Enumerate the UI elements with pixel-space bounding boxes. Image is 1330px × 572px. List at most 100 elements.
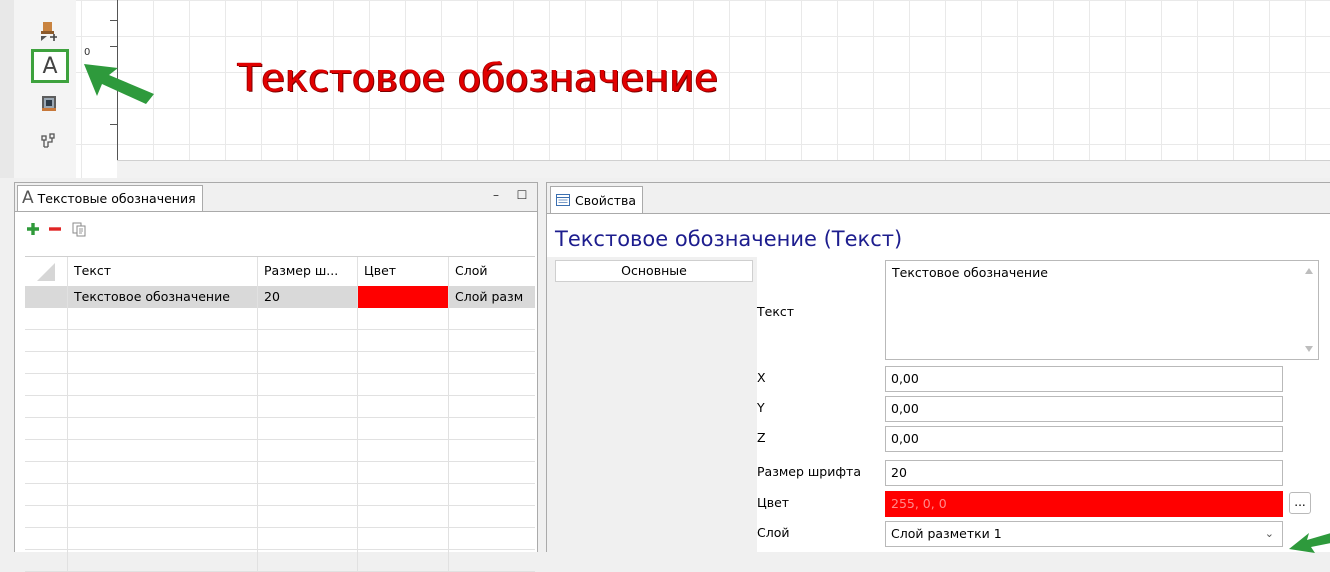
empty-cell (258, 396, 358, 418)
empty-cell (449, 396, 535, 418)
font-size-field[interactable]: 20 (885, 460, 1283, 486)
network-tool-icon[interactable] (34, 126, 64, 156)
panel-tabbar: A Текстовые обозначения – ☐ (15, 183, 537, 212)
empty-cell (25, 308, 68, 330)
empty-cell (68, 462, 258, 484)
empty-cell (258, 462, 358, 484)
table-row-empty (25, 440, 535, 462)
properties-title: Текстовое обозначение (Текст) (555, 227, 903, 251)
cell-color-swatch[interactable] (358, 286, 449, 308)
tab-label: Свойства (575, 192, 637, 208)
table-header: Текст Размер ш... Цвет Слой (25, 257, 535, 286)
empty-cell (68, 484, 258, 506)
table-row-empty (25, 528, 535, 550)
tab-label: Текстовые обозначения (37, 191, 196, 206)
table-row[interactable]: Текстовое обозначение 20 Слой разм (25, 286, 535, 308)
table-row-empty (25, 330, 535, 352)
canvas-toolstrip: A (14, 0, 76, 178)
scroll-down-icon[interactable] (1305, 346, 1313, 352)
layer-value: Слой разметки 1 (891, 526, 1002, 541)
empty-cell (25, 462, 68, 484)
empty-cell (68, 528, 258, 550)
color-picker-button[interactable]: ... (1289, 492, 1311, 514)
empty-cell (258, 506, 358, 528)
tab-properties[interactable]: Свойства (550, 186, 644, 213)
add-icon[interactable] (25, 221, 41, 237)
empty-cell (25, 440, 68, 462)
ruler-tick (110, 46, 117, 47)
z-label: Z (757, 430, 766, 445)
empty-cell (25, 506, 68, 528)
empty-cell (68, 308, 258, 330)
column-header-color[interactable]: Цвет (358, 257, 449, 286)
empty-cell (358, 440, 449, 462)
color-field[interactable]: 255, 0, 0 (885, 491, 1283, 517)
column-header-text[interactable]: Текст (68, 257, 258, 286)
x-field[interactable]: 0,00 (885, 366, 1283, 392)
text-value: Текстовое обозначение (892, 265, 1048, 280)
font-size-label: Размер шрифта (757, 464, 861, 479)
cell-size[interactable]: 20 (258, 286, 358, 308)
cell-text[interactable]: Текстовое обозначение (68, 286, 258, 308)
empty-cell (358, 308, 449, 330)
empty-cell (358, 418, 449, 440)
text-annotations-panel: A Текстовые обозначения – ☐ Текст Размер… (14, 182, 538, 572)
copy-icon[interactable] (71, 221, 87, 237)
table-row-empty (25, 374, 535, 396)
text-tool-button[interactable]: A (31, 49, 69, 83)
text-label: Текст (757, 304, 795, 319)
empty-cell (258, 308, 358, 330)
empty-cell (358, 550, 449, 572)
empty-cell (25, 418, 68, 440)
empty-cell (25, 374, 68, 396)
corner-cell[interactable] (25, 257, 68, 286)
empty-cell (25, 352, 68, 374)
cell-layer[interactable]: Слой разм (449, 286, 535, 308)
empty-cell (68, 440, 258, 462)
table-row-empty (25, 396, 535, 418)
empty-cell (68, 418, 258, 440)
column-header-size[interactable]: Размер ш... (258, 257, 358, 286)
tab-text-annotations[interactable]: A Текстовые обозначения (17, 185, 203, 211)
minimize-icon[interactable]: – (489, 188, 503, 202)
z-field[interactable]: 0,00 (885, 426, 1283, 452)
layer-dropdown[interactable]: Слой разметки 1 ⌄ (885, 521, 1283, 547)
text-annotation-icon: A (22, 188, 34, 208)
textarea-scrollbar[interactable] (1300, 261, 1318, 359)
scroll-up-icon[interactable] (1305, 268, 1313, 274)
canvas-left-border (0, 0, 15, 178)
ruler-zero-label: 0 (84, 47, 91, 58)
empty-cell (25, 550, 68, 572)
basic-section-button[interactable]: Основные (555, 260, 753, 282)
layout-canvas[interactable]: A 0 Текстовое обозначение (0, 0, 1330, 178)
empty-cell (68, 396, 258, 418)
empty-cell (358, 506, 449, 528)
remove-icon[interactable] (47, 221, 63, 237)
maximize-icon[interactable]: ☐ (515, 188, 529, 202)
equipment-tool-icon[interactable] (34, 88, 64, 118)
row-header[interactable] (25, 286, 68, 308)
empty-cell (25, 330, 68, 352)
canvas-text-annotation[interactable]: Текстовое обозначение (238, 56, 718, 100)
properties-icon (556, 194, 570, 206)
y-field[interactable]: 0,00 (885, 396, 1283, 422)
empty-cell (258, 484, 358, 506)
empty-cell (68, 550, 258, 572)
empty-cell (68, 330, 258, 352)
column-header-layer[interactable]: Слой (449, 257, 535, 286)
ruler-tick (110, 124, 117, 125)
empty-cell (258, 418, 358, 440)
panel-tabbar: Свойства (547, 183, 1330, 214)
empty-cell (449, 308, 535, 330)
table-row-empty (25, 352, 535, 374)
text-tool-icon: A (42, 53, 58, 79)
empty-cell (449, 528, 535, 550)
text-value-textarea[interactable]: Текстовое обозначение (885, 260, 1319, 360)
empty-cell (449, 352, 535, 374)
layout-tool-icon[interactable] (34, 16, 64, 46)
empty-cell (449, 374, 535, 396)
category-column: Основные (547, 257, 757, 553)
layer-label: Слой (757, 525, 790, 540)
empty-cell (449, 330, 535, 352)
empty-cell (25, 396, 68, 418)
